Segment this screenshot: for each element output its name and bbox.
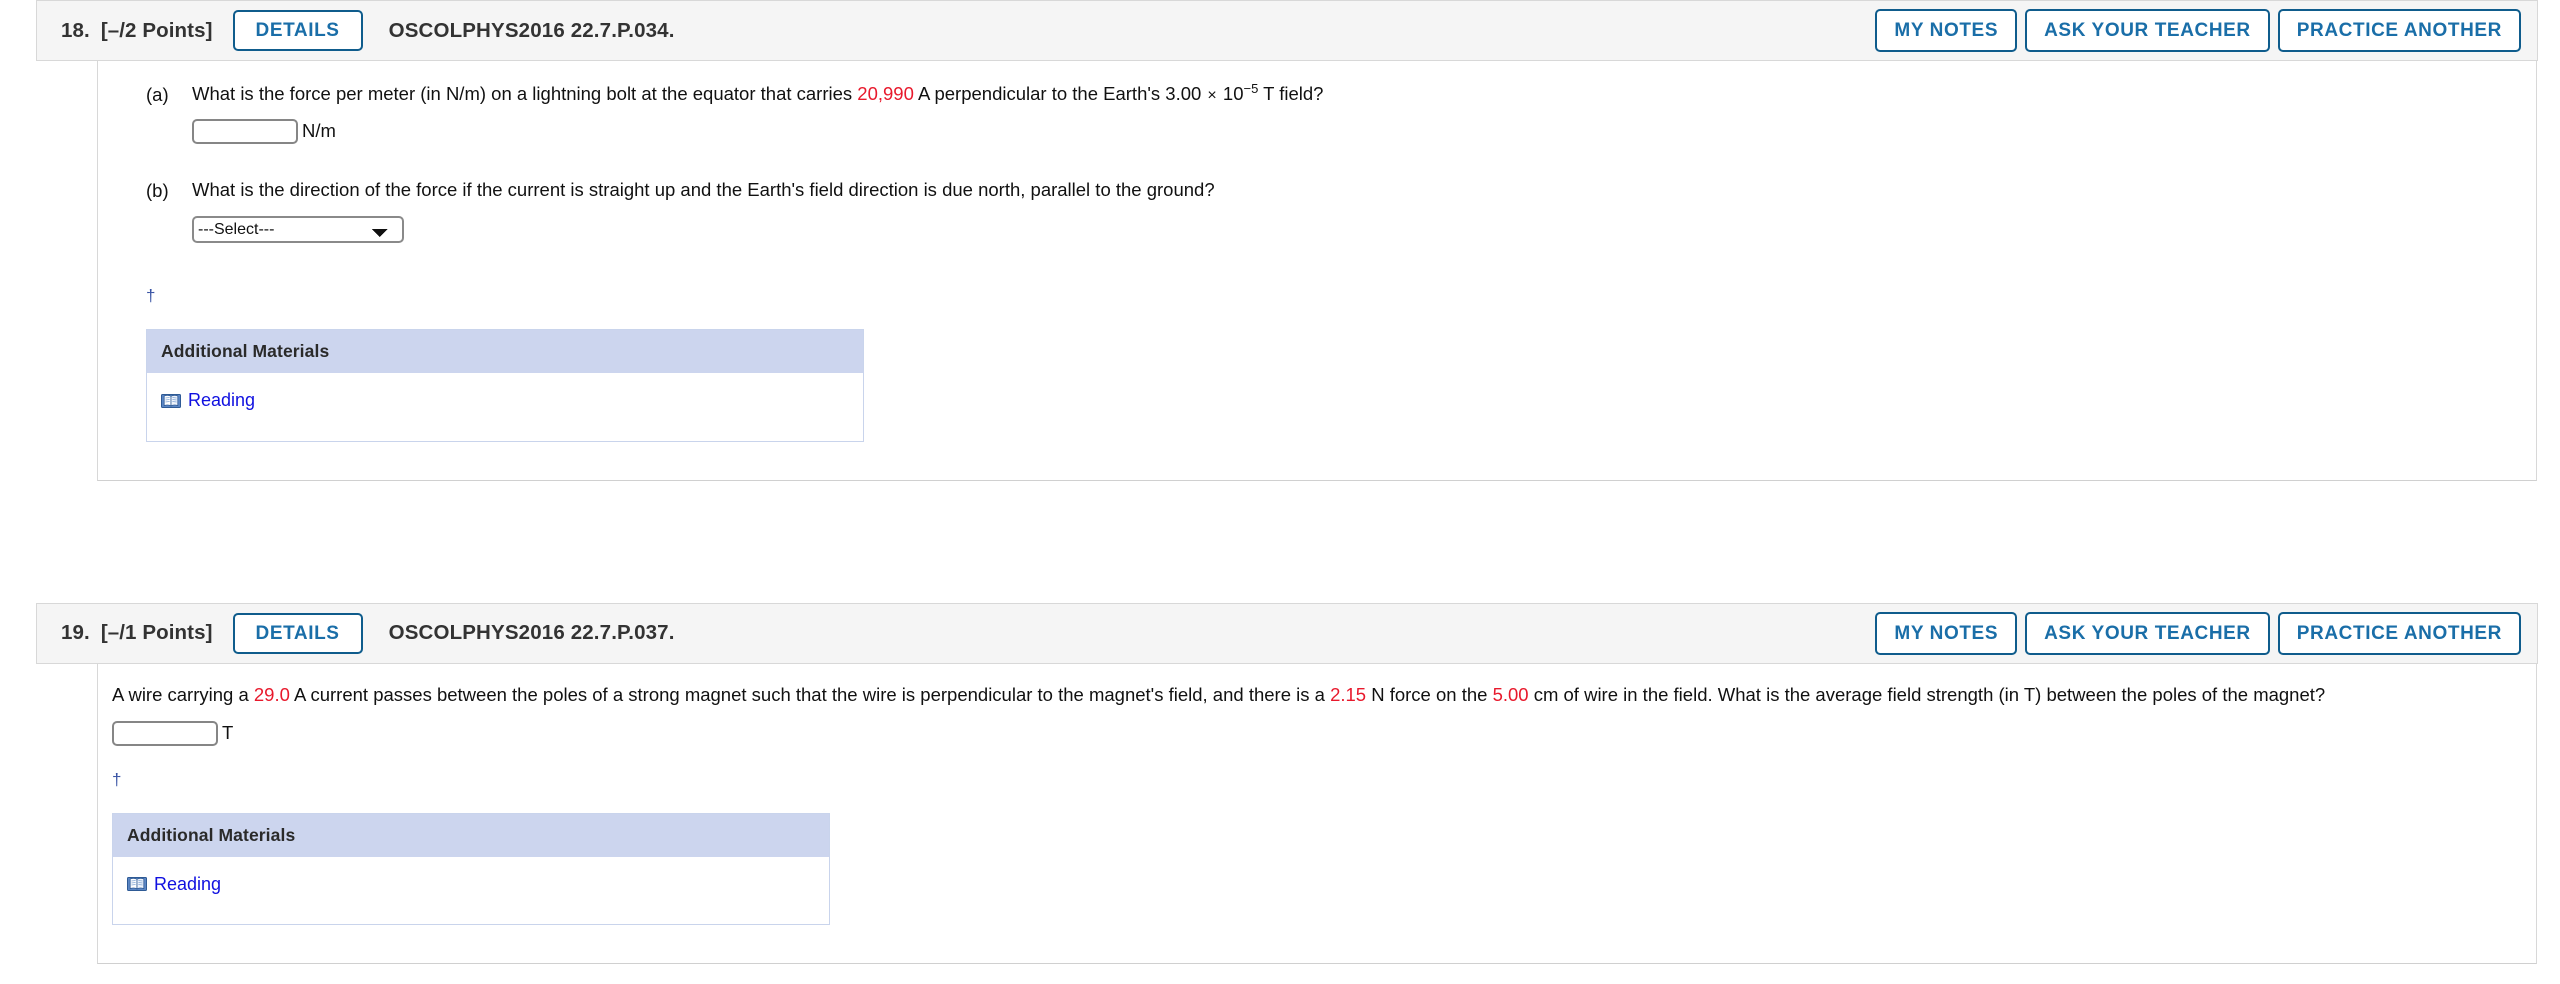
question-19-answer-row: T (112, 720, 2536, 746)
part-a-text: What is the force per meter (in N/m) on … (192, 81, 2536, 109)
assignment-page: 18. [–/2 Points] DETAILS OSCOLPHYS2016 2… (0, 0, 2560, 984)
additional-materials-title: Additional Materials (113, 813, 829, 857)
question-points: [–/1 Points] (100, 621, 213, 644)
question-part-b: (b) What is the direction of the force i… (98, 177, 2536, 243)
my-notes-button[interactable]: MY NOTES (1875, 611, 2018, 655)
answer-input-a[interactable] (192, 119, 298, 144)
q19-seg2: A current passes between the poles of a … (289, 683, 1331, 705)
part-label-b: (b) (146, 180, 169, 201)
additional-materials-body: Reading (113, 856, 829, 924)
header-actions: MY NOTES ASK YOUR TEACHER PRACTICE ANOTH… (1875, 9, 2521, 52)
additional-materials-title: Additional Materials (147, 330, 863, 373)
part-content-a: What is the force per meter (in N/m) on … (192, 81, 2536, 144)
part-label-a: (a) (146, 84, 169, 105)
part-b-text: What is the direction of the force if th… (192, 179, 1215, 200)
practice-another-button[interactable]: PRACTICE ANOTHER (2277, 9, 2521, 52)
practice-another-button[interactable]: PRACTICE ANOTHER (2277, 611, 2521, 655)
reading-link[interactable]: Reading (161, 390, 255, 411)
question-19-text: A wire carrying a 29.0 A current passes … (112, 682, 2517, 708)
header-actions: MY NOTES ASK YOUR TEACHER PRACTICE ANOTH… (1875, 611, 2521, 655)
multiplication-sign: × (1207, 87, 1217, 104)
q19-current-value: 29.0 (253, 683, 290, 705)
part-content-b: What is the direction of the force if th… (192, 177, 2536, 243)
q19-seg4: cm of wire in the field. What is the ave… (1528, 683, 2326, 705)
part-a-text-after: T field? (1258, 83, 1324, 104)
book-icon (161, 393, 181, 409)
part-a-exponent: −5 (1243, 80, 1259, 96)
part-a-text-mid: A perpendicular to the Earth's 3.00 (913, 83, 1207, 104)
card-gap (36, 481, 2524, 603)
part-a-current-value: 20,990 (857, 83, 914, 104)
question-number: 19. (61, 621, 90, 644)
question-body: A wire carrying a 29.0 A current passes … (97, 663, 2537, 964)
reading-link[interactable]: Reading (127, 874, 221, 895)
book-icon (127, 876, 147, 892)
q19-seg1: A wire carrying a (112, 683, 254, 705)
question-card-18: 18. [–/2 Points] DETAILS OSCOLPHYS2016 2… (36, 0, 2538, 481)
details-button[interactable]: DETAILS (232, 612, 363, 654)
footnote-dagger-18[interactable]: † (98, 287, 2536, 304)
q19-seg3: N force on the (1366, 683, 1493, 705)
question-number: 18. (61, 18, 90, 42)
answer-input-19[interactable] (112, 720, 218, 746)
question-body: (a) What is the force per meter (in N/m)… (97, 61, 2537, 481)
question-code: OSCOLPHYS2016 22.7.P.034. (388, 18, 675, 42)
details-button[interactable]: DETAILS (232, 10, 363, 51)
question-code: OSCOLPHYS2016 22.7.P.037. (388, 621, 675, 644)
question-card-19: 19. [–/1 Points] DETAILS OSCOLPHYS2016 2… (36, 602, 2538, 964)
question-points: [–/2 Points] (100, 18, 213, 42)
direction-select[interactable]: ---Select--- (192, 216, 404, 243)
part-a-text-before: What is the force per meter (in N/m) on … (192, 83, 858, 104)
reading-link-label: Reading (154, 873, 222, 894)
question-19-content: A wire carrying a 29.0 A current passes … (98, 682, 2536, 746)
question-header: 18. [–/2 Points] DETAILS OSCOLPHYS2016 2… (36, 0, 2538, 61)
ask-your-teacher-button[interactable]: ASK YOUR TEACHER (2025, 9, 2270, 52)
footnote-dagger-19[interactable]: † (98, 771, 2536, 788)
part-a-answer-row: N/m (192, 119, 2536, 144)
q19-force-value: 2.15 (1330, 683, 1367, 705)
ask-your-teacher-button[interactable]: ASK YOUR TEACHER (2025, 611, 2270, 655)
question-part-a: (a) What is the force per meter (in N/m)… (98, 81, 2536, 144)
part-b-answer-row: ---Select--- (192, 216, 2536, 243)
part-a-base: 10 (1217, 83, 1244, 104)
additional-materials-18: Additional Materials Reading (146, 329, 864, 442)
unit-label-19: T (222, 721, 234, 743)
unit-label-a: N/m (302, 120, 336, 142)
question-header: 19. [–/1 Points] DETAILS OSCOLPHYS2016 2… (36, 602, 2538, 664)
my-notes-button[interactable]: MY NOTES (1875, 9, 2018, 52)
additional-materials-body: Reading (147, 373, 863, 441)
reading-link-label: Reading (188, 390, 256, 410)
q19-length-value: 5.00 (1492, 683, 1529, 705)
additional-materials-19: Additional Materials Reading (112, 812, 830, 925)
